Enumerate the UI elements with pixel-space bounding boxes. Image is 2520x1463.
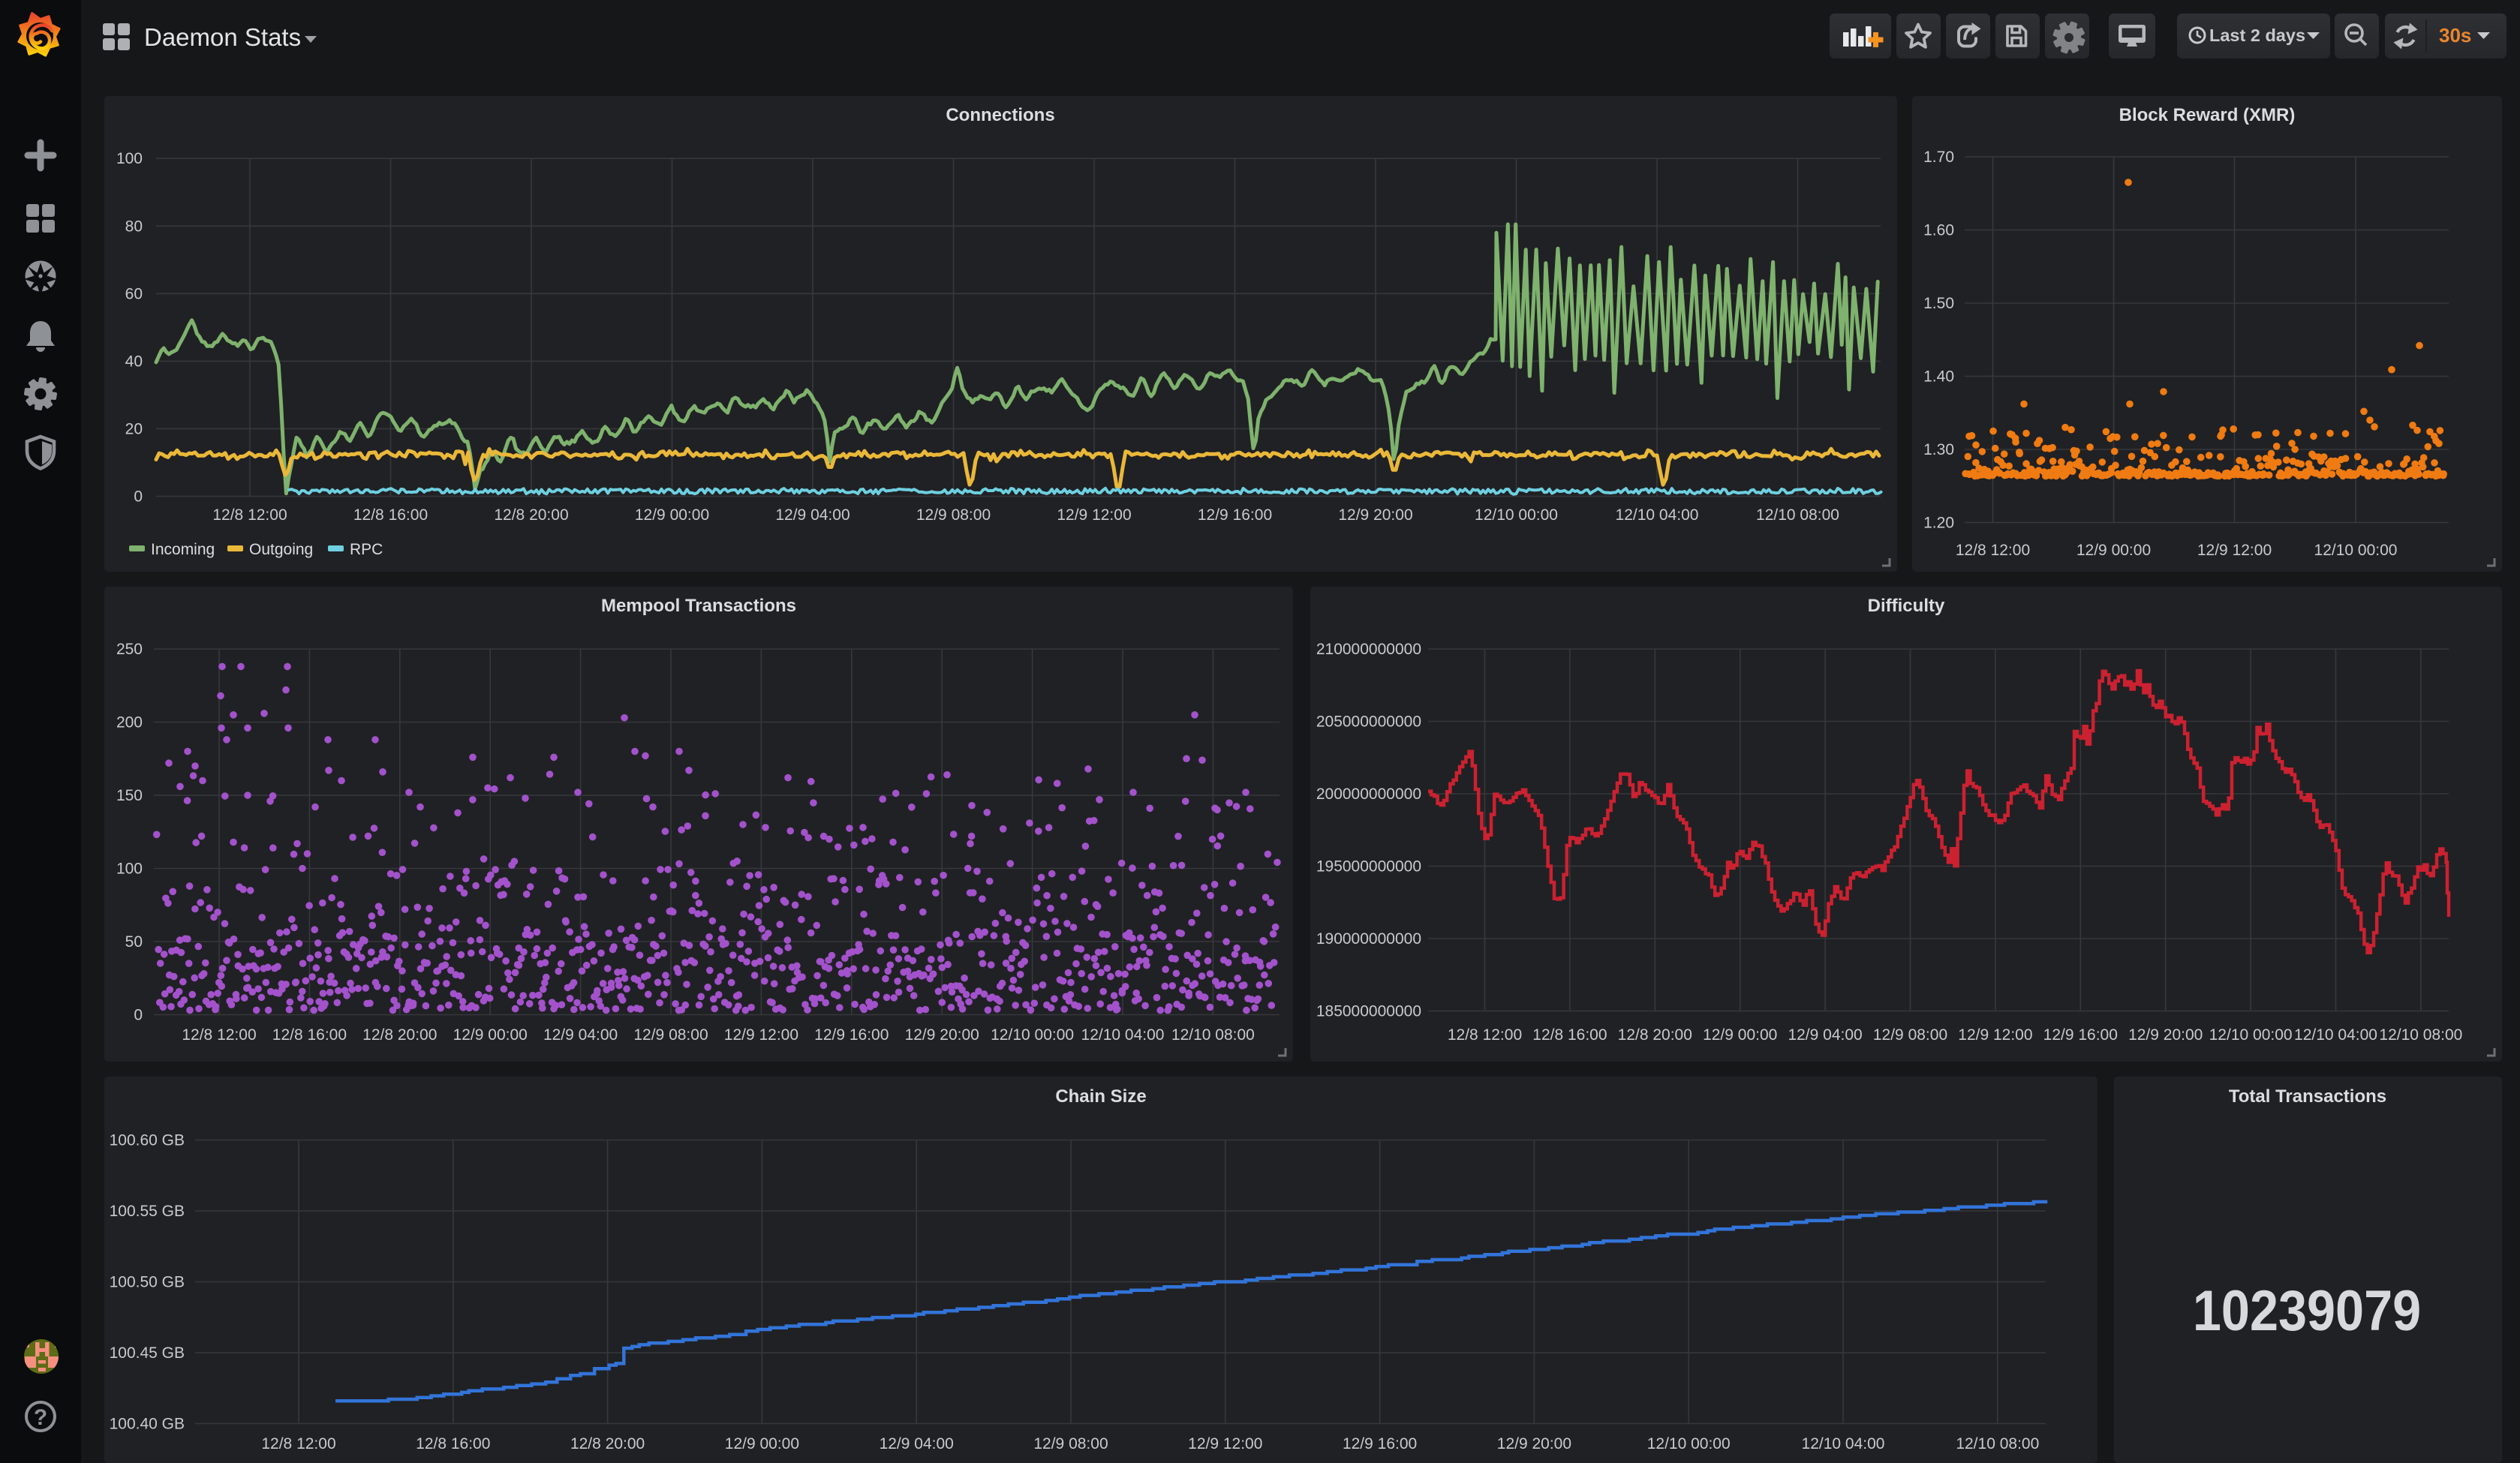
svg-text:Daemon Stats: Daemon Stats [144, 23, 301, 51]
svg-text:30s: 30s [2439, 24, 2471, 47]
svg-text:Last 2 days: Last 2 days [2209, 26, 2305, 45]
